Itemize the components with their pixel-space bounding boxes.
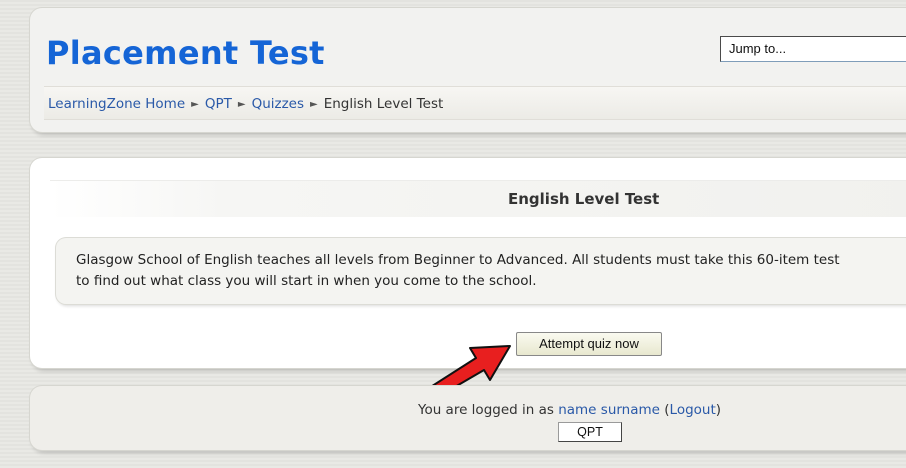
attempt-quiz-button[interactable]: Attempt quiz now	[516, 332, 662, 356]
quiz-heading-bar: English Level Test	[50, 180, 906, 217]
breadcrumb: LearningZone Home ► QPT ► Quizzes ► English Le…	[44, 86, 906, 120]
user-profile-link[interactable]: name surname	[558, 402, 660, 418]
breadcrumb-separator-icon: ►	[237, 99, 246, 110]
main-panel: English Level Test Glasgow School of Eng…	[30, 158, 906, 368]
quiz-intro-box: Glasgow School of English teaches all le…	[56, 238, 906, 304]
quiz-intro-text: Glasgow School of English teaches all le…	[76, 252, 840, 289]
logout-paren-close: )	[715, 402, 722, 418]
logout-link[interactable]: Logout	[670, 402, 716, 418]
breadcrumb-current: English Level Test	[323, 96, 444, 112]
breadcrumb-quizzes-link[interactable]: Quizzes	[252, 96, 304, 112]
header-panel: Placement Test Jump to... LearningZone H…	[30, 8, 906, 132]
course-home-button[interactable]: QPT	[558, 422, 622, 442]
login-info: You are logged in as name surname (Logou…	[418, 402, 721, 418]
jump-to-select[interactable]: Jump to...	[720, 36, 906, 62]
breadcrumb-course-link[interactable]: QPT	[205, 96, 232, 112]
login-info-prefix: You are logged in as	[418, 402, 554, 418]
quiz-heading: English Level Test	[508, 190, 660, 208]
breadcrumb-separator-icon: ►	[191, 99, 199, 110]
footer-panel: You are logged in as name surname (Logou…	[30, 386, 906, 450]
breadcrumb-separator-icon: ►	[310, 99, 318, 110]
breadcrumb-home-link[interactable]: LearningZone Home	[48, 96, 185, 112]
breadcrumb-trail: LearningZone Home ► QPT ► Quizzes ► English Le…	[48, 96, 443, 112]
site-title: Placement Test	[46, 34, 325, 72]
